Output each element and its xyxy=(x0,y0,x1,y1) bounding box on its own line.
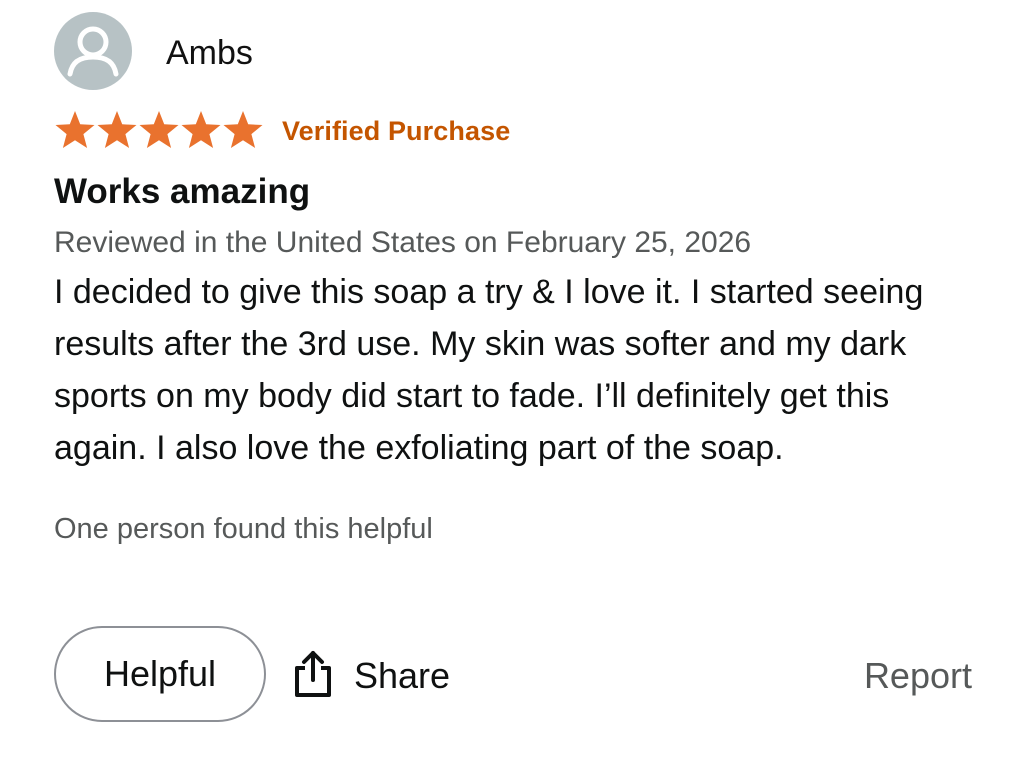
profile-name[interactable]: Ambs xyxy=(166,34,253,73)
user-avatar-icon[interactable] xyxy=(54,12,132,90)
report-link[interactable]: Report xyxy=(864,655,972,697)
star-icon xyxy=(139,111,179,148)
review-meta: Reviewed in the United States on Februar… xyxy=(54,226,752,259)
profile-row: Ambs xyxy=(54,12,984,90)
star-icon xyxy=(223,111,263,148)
review-card: Ambs Verified Purchase Works amazing Rev… xyxy=(54,12,984,548)
share-label: Share xyxy=(354,655,451,696)
share-button[interactable]: Share xyxy=(292,649,450,699)
star-icon xyxy=(181,111,221,148)
rating-row: Verified Purchase xyxy=(54,110,984,150)
helpful-count: One person found this helpful xyxy=(54,513,433,545)
share-icon xyxy=(295,651,331,697)
helpful-button[interactable]: Helpful xyxy=(54,626,266,722)
star-rating[interactable] xyxy=(54,110,264,150)
avatar-silhouette xyxy=(67,26,119,77)
review-title: Works amazing xyxy=(54,172,311,211)
star-icon xyxy=(97,111,137,148)
star-icon xyxy=(55,111,95,148)
review-body: I decided to give this soap a try & I lo… xyxy=(54,273,924,467)
verified-purchase-badge: Verified Purchase xyxy=(282,115,511,146)
review-actions: Helpful Share Report xyxy=(54,624,972,724)
